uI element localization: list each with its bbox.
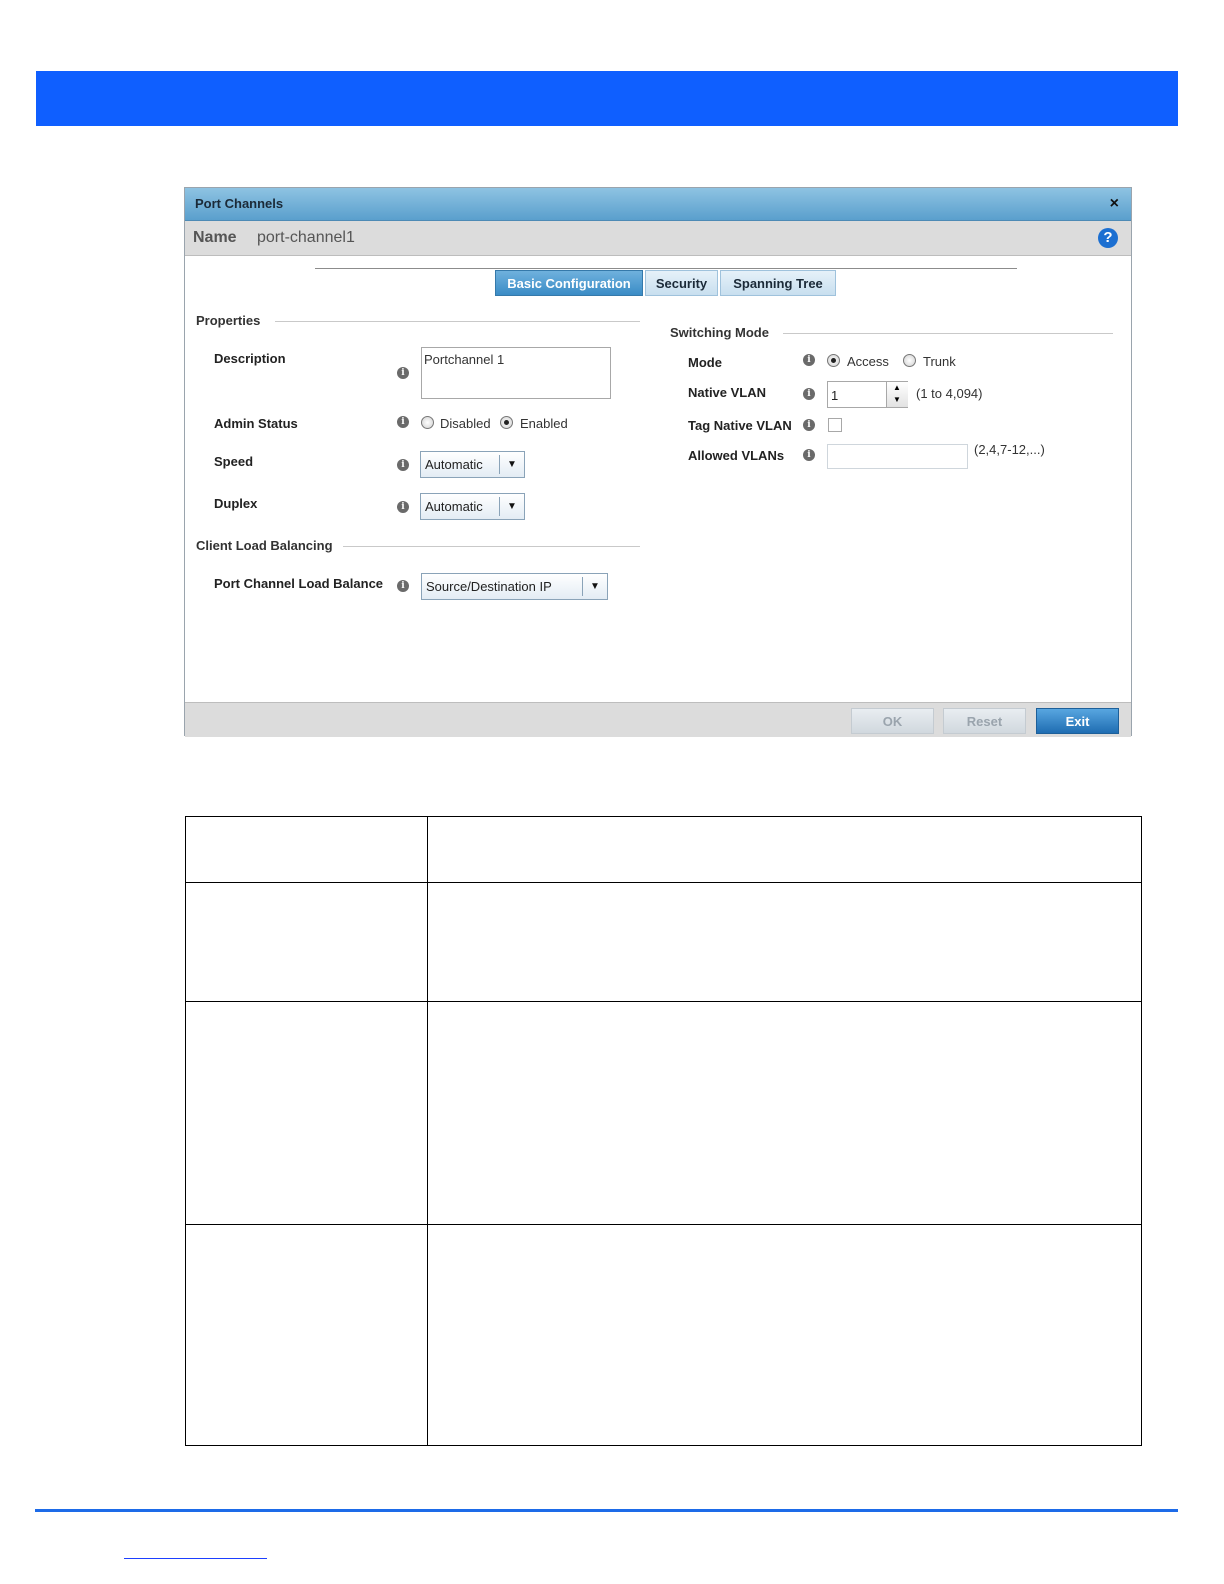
allowed-vlans-label: Allowed VLANs: [688, 448, 785, 463]
admin-status-enabled-label: Enabled: [520, 416, 568, 431]
spinner-buttons: ▲ ▼: [886, 382, 908, 407]
info-icon[interactable]: i: [397, 501, 409, 513]
description-field[interactable]: Portchannel 1: [421, 347, 611, 399]
native-vlan-range: (1 to 4,094): [916, 386, 983, 401]
info-icon[interactable]: i: [397, 367, 409, 379]
admin-status-label: Admin Status: [214, 416, 298, 431]
speed-value: Automatic: [425, 457, 483, 472]
table-cell: [427, 1001, 1142, 1225]
load-balance-select[interactable]: Source/Destination IP ▼: [421, 573, 608, 600]
mode-trunk-radio[interactable]: [903, 354, 916, 367]
duplex-label: Duplex: [214, 496, 258, 511]
properties-section-title: Properties: [196, 313, 261, 328]
info-icon[interactable]: i: [397, 459, 409, 471]
tab-spanning-tree[interactable]: Spanning Tree: [720, 270, 836, 296]
client-load-balancing-section-title: Client Load Balancing: [196, 538, 333, 553]
page-header-banner: [36, 71, 1178, 126]
switching-mode-section-title: Switching Mode: [670, 325, 769, 340]
description-value: Portchannel 1: [424, 352, 505, 367]
mode-access-radio[interactable]: [827, 354, 840, 367]
native-vlan-label: Native VLAN: [688, 385, 767, 400]
table-cell: [185, 816, 428, 883]
table-cell: [427, 816, 1142, 883]
speed-select[interactable]: Automatic ▼: [420, 451, 525, 478]
port-channel-load-balance-label: Port Channel Load Balance: [214, 576, 384, 591]
chevron-down-icon: ▼: [499, 497, 524, 516]
dialog-title: Port Channels: [195, 196, 284, 211]
mode-trunk-label: Trunk: [923, 354, 956, 369]
tag-native-vlan-checkbox[interactable]: [828, 418, 842, 432]
table-cell: [427, 1224, 1142, 1446]
info-icon[interactable]: i: [397, 416, 409, 428]
field-description-table: [185, 816, 1142, 1446]
name-value: port-channel1: [257, 229, 355, 246]
switching-mode-rule: [783, 333, 1113, 334]
info-icon[interactable]: i: [397, 580, 409, 592]
table-cell: [185, 1001, 428, 1225]
chevron-down-icon: ▼: [582, 577, 607, 596]
duplex-select[interactable]: Automatic ▼: [420, 493, 525, 520]
duplex-value: Automatic: [425, 499, 483, 514]
name-label: Name: [193, 229, 237, 246]
dialog-footer: OK Reset Exit: [185, 702, 1131, 737]
help-icon[interactable]: ?: [1098, 228, 1118, 248]
footer-link-underline[interactable]: [124, 1558, 267, 1559]
spinner-up-icon[interactable]: ▲: [893, 383, 901, 392]
info-icon[interactable]: i: [803, 388, 815, 400]
native-vlan-spinner[interactable]: 1 ▲ ▼: [827, 381, 908, 408]
close-icon[interactable]: ×: [1110, 194, 1119, 214]
exit-button[interactable]: Exit: [1036, 708, 1119, 734]
table-cell: [185, 1224, 428, 1446]
properties-rule: [275, 321, 640, 322]
native-vlan-value: 1: [831, 388, 839, 403]
mode-label: Mode: [688, 355, 722, 370]
info-icon[interactable]: i: [803, 354, 815, 366]
admin-status-enabled-radio[interactable]: [500, 416, 513, 429]
tab-security[interactable]: Security: [645, 270, 718, 296]
allowed-vlans-field[interactable]: [827, 444, 968, 469]
load-balance-value: Source/Destination IP: [426, 579, 552, 594]
speed-label: Speed: [214, 454, 254, 469]
admin-status-disabled-radio[interactable]: [421, 416, 434, 429]
info-icon[interactable]: i: [803, 419, 815, 431]
info-icon[interactable]: i: [803, 449, 815, 461]
footer-rule: [35, 1509, 1178, 1512]
name-bar: Name port-channel1 ?: [185, 221, 1131, 256]
admin-status-disabled-label: Disabled: [440, 416, 491, 431]
ok-button[interactable]: OK: [851, 708, 934, 734]
tab-divider: [315, 268, 1017, 269]
allowed-vlans-hint: (2,4,7-12,...): [974, 442, 1045, 457]
reset-button[interactable]: Reset: [943, 708, 1026, 734]
tab-basic-configuration[interactable]: Basic Configuration: [495, 270, 643, 296]
chevron-down-icon: ▼: [499, 455, 524, 474]
client-load-balancing-rule: [343, 546, 640, 547]
port-channels-dialog: Port Channels × Name port-channel1 ? Bas…: [184, 187, 1132, 737]
table-cell: [427, 882, 1142, 1002]
description-label: Description: [214, 351, 286, 366]
tag-native-vlan-label: Tag Native VLAN: [688, 418, 792, 433]
mode-access-label: Access: [847, 354, 889, 369]
dialog-titlebar: Port Channels ×: [185, 188, 1131, 221]
table-cell: [185, 882, 428, 1002]
spinner-down-icon[interactable]: ▼: [893, 395, 901, 404]
